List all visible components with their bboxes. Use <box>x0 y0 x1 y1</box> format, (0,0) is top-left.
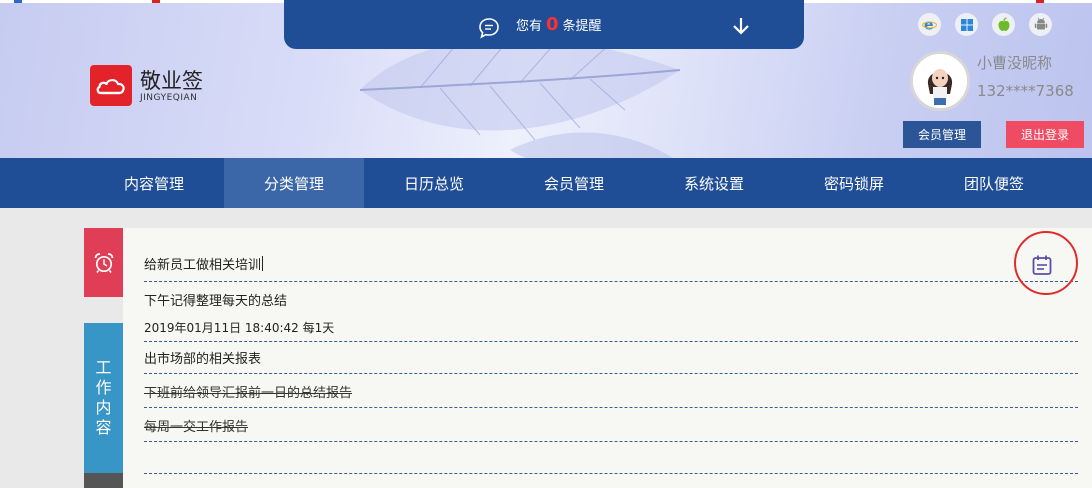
avatar[interactable] <box>910 51 970 111</box>
note-item[interactable]: 下午记得整理每天的总结 <box>144 290 1078 310</box>
logo-title: 敬业签 <box>140 68 203 93</box>
main-nav: 内容管理 分类管理 日历总览 会员管理 系统设置 密码锁屏 团队便签 <box>0 158 1092 208</box>
reminder-count: 0 <box>546 13 559 35</box>
note-item-empty[interactable] <box>144 450 1078 474</box>
nav-item-content[interactable]: 内容管理 <box>84 158 224 208</box>
svg-text:e: e <box>924 18 934 33</box>
next-category-tab[interactable] <box>84 473 123 488</box>
work-tab-char: 内 <box>95 398 112 417</box>
user-phone: 132****7368 <box>977 82 1074 100</box>
nav-item-settings[interactable]: 系统设置 <box>644 158 784 208</box>
nav-item-calendar[interactable]: 日历总览 <box>364 158 504 208</box>
reminder-prefix: 您有 <box>516 18 543 34</box>
note-text: 出市场部的相关报表 <box>144 352 262 367</box>
work-tab-char: 工 <box>95 358 112 377</box>
work-tab-char: 作 <box>95 378 112 397</box>
note-text: 每周一交工作报告 <box>144 420 249 435</box>
reminder-text: 您有 0 条提醒 <box>516 13 602 35</box>
note-item[interactable]: 出市场部的相关报表 <box>144 348 1078 374</box>
ie-icon[interactable]: e <box>918 13 941 36</box>
notes-panel: 给新员工做相关培训 下午记得整理每天的总结 2019年01月11日 18:40:… <box>123 228 1092 488</box>
cloud-logo-icon <box>90 65 132 106</box>
windows-icon[interactable] <box>955 13 978 36</box>
note-item-done[interactable]: 每周一交工作报告 <box>144 416 1078 442</box>
work-content-tab[interactable]: 工 作 内 容 <box>84 323 123 473</box>
note-reminder-time: 2019年01月11日 18:40:42 每1天 <box>144 321 335 335</box>
nav-item-lock[interactable]: 密码锁屏 <box>784 158 924 208</box>
note-text: 下午记得整理每天的总结 <box>144 294 288 309</box>
reminder-suffix: 条提醒 <box>562 18 602 34</box>
text-caret <box>262 256 264 271</box>
reminder-tab[interactable] <box>84 228 123 297</box>
note-text: 下班前给领导汇报前一日的总结报告 <box>144 386 353 401</box>
chat-bubble-icon <box>479 18 499 39</box>
calendar-icon[interactable] <box>1031 254 1053 276</box>
note-meta: 2019年01月11日 18:40:42 每1天 <box>144 319 1078 342</box>
logo-subtitle: JINGYEQIAN <box>140 92 198 103</box>
work-tab-char: 容 <box>95 418 112 437</box>
note-item-done[interactable]: 下班前给领导汇报前一日的总结报告 <box>144 382 1078 408</box>
platform-download-icons: e <box>918 13 1052 36</box>
android-icon[interactable] <box>1029 13 1052 36</box>
user-nickname: 小曹没昵称 <box>977 54 1053 72</box>
new-note-input-value: 给新员工做相关培训 <box>144 258 262 273</box>
alarm-clock-icon <box>94 252 113 273</box>
header: 您有 0 条提醒 e 敬业签 JINGYEQIAN 小曹没昵称 132****7… <box>0 0 1092 158</box>
reminder-bar[interactable]: 您有 0 条提醒 <box>284 0 804 49</box>
apple-icon[interactable] <box>992 13 1015 36</box>
app-logo[interactable]: 敬业签 JINGYEQIAN <box>90 65 203 106</box>
arrow-down-icon[interactable] <box>732 16 750 36</box>
nav-item-team[interactable]: 团队便签 <box>924 158 1064 208</box>
user-avatar-image <box>913 54 967 108</box>
nav-item-member[interactable]: 会员管理 <box>504 158 644 208</box>
member-management-button[interactable]: 会员管理 <box>903 121 981 148</box>
new-note-input[interactable]: 给新员工做相关培训 <box>144 254 1078 282</box>
logout-button[interactable]: 退出登录 <box>1006 121 1084 148</box>
nav-item-category[interactable]: 分类管理 <box>224 158 364 208</box>
